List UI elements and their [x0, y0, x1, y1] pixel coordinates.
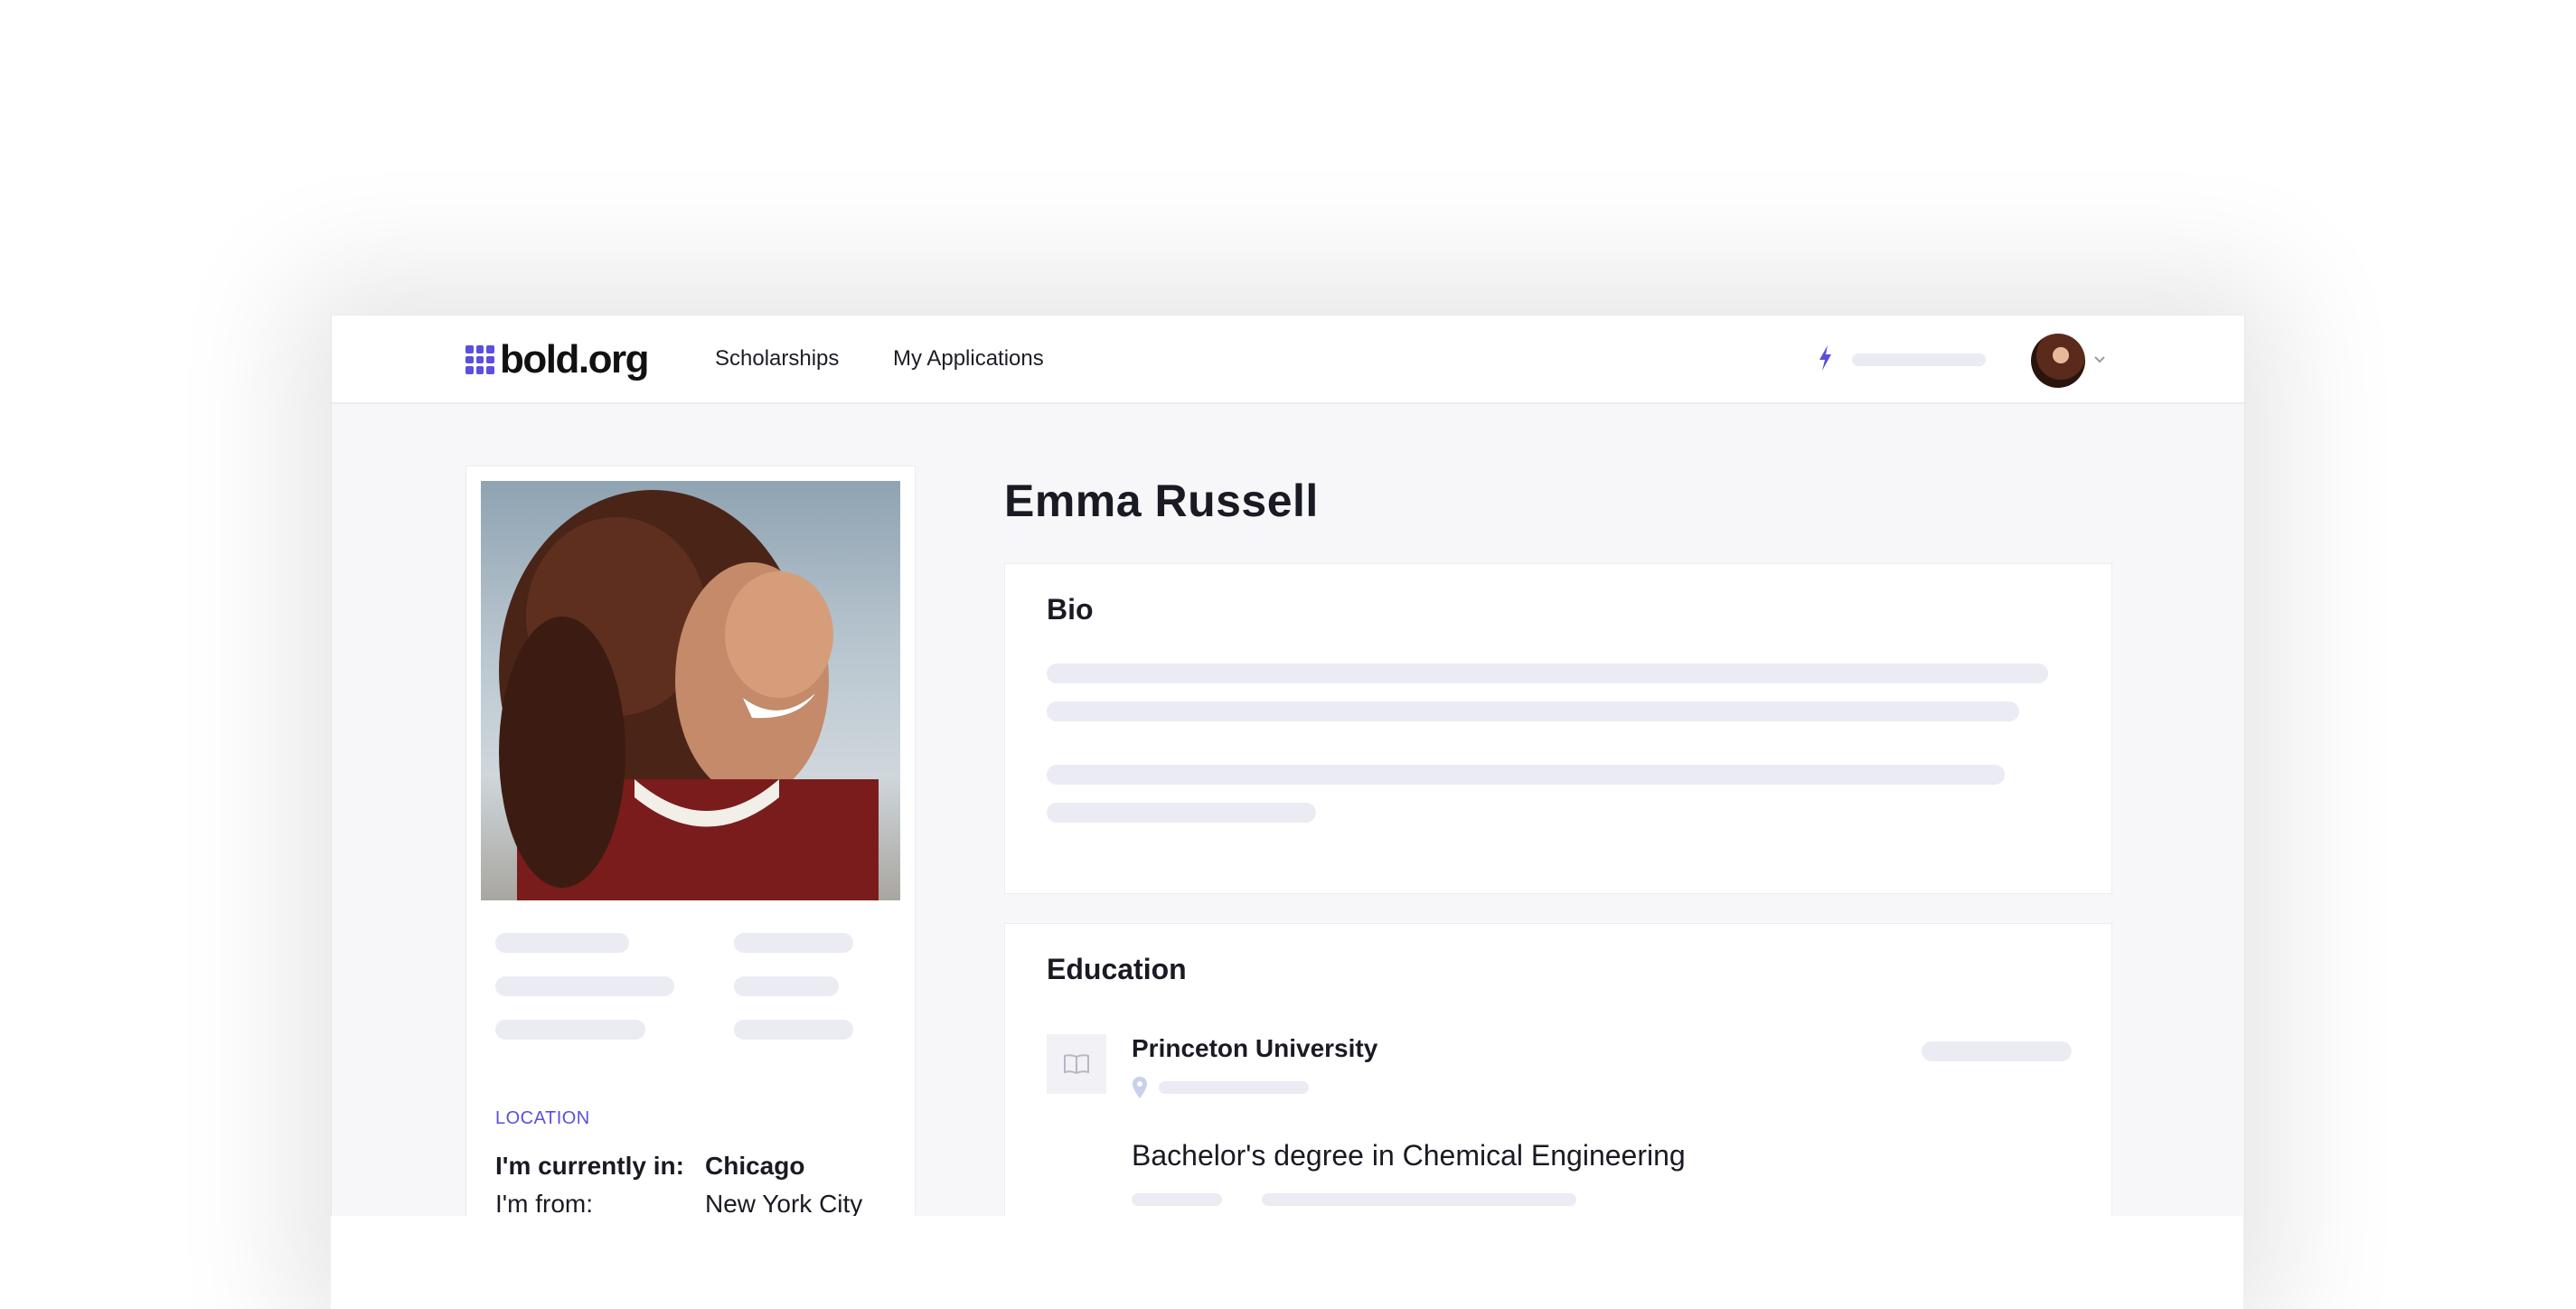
stat-skeleton: [734, 933, 853, 953]
school-location-skeleton: [1159, 1081, 1309, 1094]
education-title: Education: [1047, 953, 1187, 985]
map-pin-icon: [1133, 1077, 1147, 1098]
location-current-value: Chicago: [705, 1152, 805, 1180]
logo-grid-icon: [465, 345, 494, 374]
brand-logo[interactable]: bold.org: [465, 337, 649, 381]
stat-skeleton: [495, 976, 674, 996]
bio-card: Bio: [1004, 563, 2112, 894]
bio-skeleton-line: [1047, 765, 2005, 785]
education-date-skeleton: [1922, 1041, 2072, 1061]
education-card: Education Princeton University Bachelor'…: [1004, 923, 2112, 1216]
degree-title: Bachelor's degree in Chemical Engineerin…: [1132, 1139, 1686, 1172]
top-navbar: bold.org Scholarships My Applications: [332, 315, 2244, 404]
location-from-key: I'm from:: [495, 1190, 594, 1216]
stat-skeleton: [495, 933, 629, 953]
book-icon: [1047, 1034, 1106, 1094]
user-avatar[interactable]: [2031, 334, 2085, 388]
logo-text: bold.org: [500, 337, 649, 381]
bio-skeleton-line: [1047, 702, 2019, 721]
chevron-down-icon[interactable]: [2091, 350, 2109, 368]
location-label: LOCATION: [495, 1108, 590, 1128]
app-window: bold.org Scholarships My Applications LO…: [331, 315, 2245, 1216]
stat-skeleton: [734, 976, 839, 996]
degree-skeleton: [1132, 1193, 1222, 1206]
stat-skeleton: [495, 1020, 645, 1040]
location-current-key: I'm currently in:: [495, 1152, 684, 1180]
school-name: Princeton University: [1132, 1034, 1378, 1062]
bio-skeleton-line: [1047, 803, 1316, 823]
profile-photo: [481, 481, 900, 900]
points-skeleton: [1852, 353, 1986, 366]
location-from-value: New York City: [705, 1190, 863, 1216]
bio-title: Bio: [1047, 593, 1094, 626]
bolt-icon: [1819, 345, 1831, 371]
degree-skeleton: [1262, 1193, 1576, 1206]
stat-skeleton: [734, 1020, 853, 1040]
nav-link-scholarships[interactable]: Scholarships: [715, 346, 839, 372]
profile-side-card: LOCATION I'm currently in: Chicago I'm f…: [465, 466, 916, 1216]
nav-link-my-applications[interactable]: My Applications: [893, 346, 1044, 372]
profile-name: Emma Russell: [1004, 476, 1319, 526]
bio-skeleton-line: [1047, 664, 2048, 683]
